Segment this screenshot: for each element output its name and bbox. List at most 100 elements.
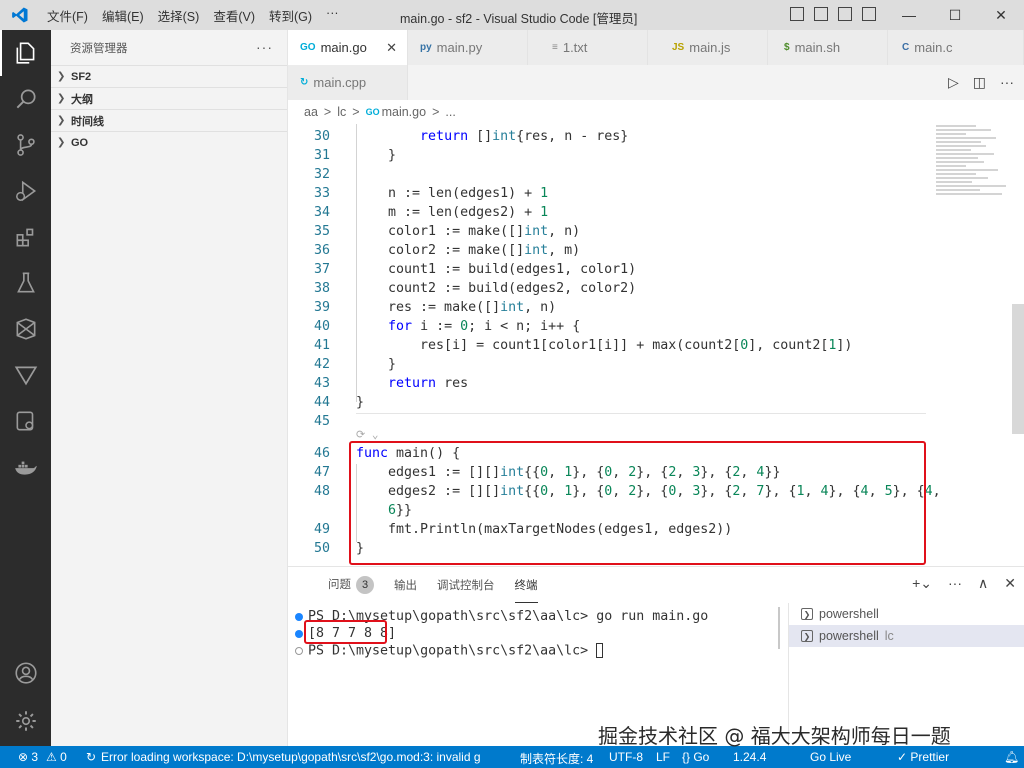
section-outline[interactable]: ❯ 大纲: [51, 87, 287, 109]
code-text: count1 := build(edges1, color1): [356, 262, 637, 277]
run-debug-icon[interactable]: [0, 168, 51, 214]
line-number: 44: [313, 395, 330, 410]
line-number: 35: [313, 224, 330, 239]
tab-main-sh[interactable]: $ main.sh: [768, 30, 888, 65]
terminal-icon: ❯: [801, 630, 813, 642]
explorer-icon[interactable]: [0, 30, 51, 76]
containers-icon[interactable]: [0, 398, 51, 444]
breadcrumb-item[interactable]: lc: [337, 105, 346, 119]
line-number: 40: [313, 319, 330, 334]
javascript-file-icon: JS: [672, 42, 685, 53]
close-window-button[interactable]: ✕: [978, 0, 1024, 30]
code-text: res := make([]int, n): [356, 300, 557, 315]
terminal-item[interactable]: ❯ powershell: [789, 603, 1024, 625]
search-icon[interactable]: [0, 76, 51, 122]
new-terminal-icon[interactable]: +⌄: [912, 575, 932, 592]
more-actions-icon[interactable]: ···: [1000, 74, 1014, 91]
highlight-box-main-func: [349, 441, 926, 565]
section-label: 大纲: [71, 93, 93, 106]
section-label: SF2: [71, 70, 92, 83]
maximize-panel-icon[interactable]: ∧: [978, 575, 988, 592]
line-number: 46: [313, 446, 330, 461]
tab-main-cpp[interactable]: ↻ main.cpp: [288, 65, 408, 100]
source-control-icon[interactable]: [0, 122, 51, 168]
bottom-panel: 问题 3 输出 调试控制台 终端 +⌄ ··· ∧ ✕ PS D:\mysetup…: [288, 566, 1024, 747]
tab-output[interactable]: 输出: [394, 577, 417, 593]
status-encoding[interactable]: UTF-8: [609, 750, 643, 764]
docker-icon[interactable]: [0, 444, 51, 490]
breadcrumb-separator: >: [323, 105, 332, 119]
tab-terminal[interactable]: 终端: [514, 577, 538, 603]
maximize-button[interactable]: ☐: [932, 0, 978, 30]
tab-main-py[interactable]: py main.py: [408, 30, 528, 65]
status-go-version[interactable]: 1.24.4: [733, 750, 766, 764]
code-text: color2 := make([]int, m): [356, 243, 581, 258]
tab-1-txt[interactable]: ≡ 1.txt: [528, 30, 648, 65]
window-title: main.go - sf2 - Visual Studio Code [管理员]: [400, 12, 638, 26]
terminal-scrollbar[interactable]: [778, 607, 780, 649]
status-language[interactable]: {} Go: [682, 750, 709, 764]
accounts-icon[interactable]: [0, 650, 51, 696]
section-go[interactable]: ❯ GO: [51, 131, 287, 153]
breadcrumb-item[interactable]: aa: [304, 105, 318, 119]
section-sf2[interactable]: ❯ SF2: [51, 65, 287, 87]
prompt-text: PS D:\mysetup\gopath\src\sf2\aa\lc>: [308, 643, 597, 659]
menu-edit[interactable]: 编辑(E): [95, 6, 151, 25]
code-text: return []int{res, n - res}: [420, 129, 629, 144]
more-icon[interactable]: ···: [948, 575, 962, 592]
notifications-bell-icon[interactable]: 🔔︎: [1004, 750, 1019, 764]
section-timeline[interactable]: ❯ 时间线: [51, 109, 287, 131]
codelens-icon[interactable]: ⟳ ⌄: [356, 428, 378, 441]
line-number: 39: [313, 300, 330, 315]
customize-layout-icon[interactable]: [862, 7, 876, 21]
line-number: 49: [313, 522, 330, 537]
run-icon[interactable]: ▷: [948, 74, 959, 91]
close-tab-icon[interactable]: ✕: [386, 40, 397, 56]
close-panel-icon[interactable]: ✕: [1004, 575, 1016, 592]
status-message[interactable]: Error loading workspace: D:\mysetup\gopa…: [101, 750, 485, 764]
tab-main-c[interactable]: C main.c: [888, 30, 1024, 65]
breadcrumb-item[interactable]: ...: [445, 105, 455, 119]
code-line: 40 for i := 0; i < n; i++ {: [288, 317, 928, 336]
sidebar-title: 资源管理器: [70, 42, 128, 55]
terminal-cursor: [596, 643, 604, 658]
minimap[interactable]: [936, 124, 1016, 244]
editor-scrollbar[interactable]: [1012, 304, 1024, 434]
status-go-live[interactable]: Go Live: [810, 750, 851, 764]
code-text: n := len(edges1) + 1: [356, 186, 549, 201]
tab-problems[interactable]: 问题 3: [308, 576, 374, 594]
toggle-secondary-sidebar-icon[interactable]: [838, 7, 852, 21]
remote-explorer-icon[interactable]: [0, 306, 51, 352]
tab-main-go[interactable]: GO main.go ✕: [288, 30, 408, 65]
status-eol[interactable]: LF: [656, 750, 670, 764]
extensions-icon[interactable]: [0, 214, 51, 260]
menu-go[interactable]: 转到(G): [262, 6, 319, 25]
split-editor-icon[interactable]: ◫: [973, 74, 986, 91]
status-tab-size[interactable]: 制表符长度: 4: [520, 750, 593, 767]
title-bar: 文件(F) 编辑(E) 选择(S) 查看(V) 转到(G) ··· main.g…: [0, 0, 1024, 30]
menu-more[interactable]: ···: [319, 6, 346, 25]
menu-file[interactable]: 文件(F): [40, 6, 95, 25]
menu-view[interactable]: 查看(V): [206, 6, 262, 25]
menu-bar: 文件(F) 编辑(E) 选择(S) 查看(V) 转到(G) ···: [40, 6, 346, 25]
breadcrumb-item[interactable]: main.go: [382, 105, 426, 119]
toggle-panel-icon[interactable]: [814, 7, 828, 21]
tab-debug-console[interactable]: 调试控制台: [437, 577, 495, 593]
testing-icon[interactable]: [0, 260, 51, 306]
code-text: for i := 0; i < n; i++ {: [388, 319, 581, 334]
toggle-sidebar-icon[interactable]: [790, 7, 804, 21]
tab-main-js[interactable]: JS main.js: [648, 30, 768, 65]
menu-selection[interactable]: 选择(S): [151, 6, 207, 25]
sidebar-more-button[interactable]: ···: [256, 39, 273, 55]
code-text: }: [356, 357, 397, 372]
status-errors[interactable]: ⊗ 3: [18, 750, 38, 764]
settings-gear-icon[interactable]: [0, 698, 51, 744]
vue-icon[interactable]: [0, 352, 51, 398]
status-bar: ⊗ 3 ⚠ 0 ↻ Error loading workspace: D:\my…: [0, 746, 1024, 768]
go-file-icon: GO: [300, 42, 316, 53]
minimize-button[interactable]: —: [886, 0, 932, 30]
terminal-item-active[interactable]: ❯ powershell lc: [789, 625, 1024, 647]
terminal-item-label: powershell: [819, 629, 879, 643]
status-prettier[interactable]: ✓ Prettier: [897, 750, 949, 764]
status-warnings[interactable]: ⚠ 0: [46, 750, 67, 764]
